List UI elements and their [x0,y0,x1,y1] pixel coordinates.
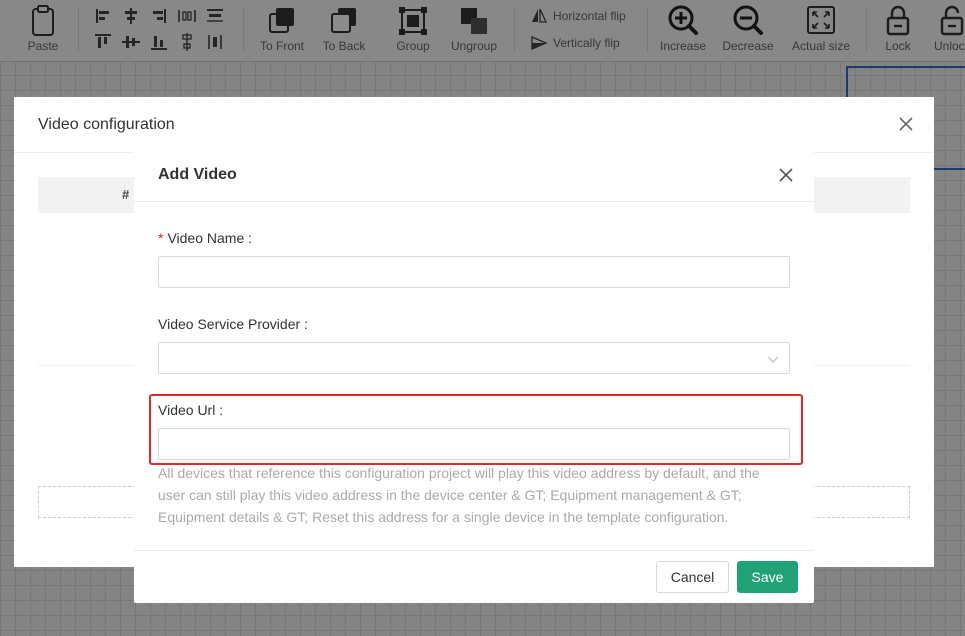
video-configuration-title: Video configuration [38,116,175,133]
video-name-label-text: Video Name : [167,230,253,246]
close-icon[interactable] [778,167,794,183]
video-url-input[interactable] [158,428,790,460]
required-mark: * [158,230,164,246]
provider-select[interactable] [158,342,790,374]
video-configuration-header: Video configuration [14,97,934,153]
provider-label: Video Service Provider : [158,316,308,332]
chevron-down-icon [767,356,779,363]
video-name-label: * Video Name : [158,230,252,246]
video-url-label: Video Url : [158,402,224,418]
add-video-dialog: Add Video * Video Name : Video Service Pr… [134,147,814,603]
close-icon[interactable] [898,116,914,132]
dialog-footer: Cancel Save [134,550,814,603]
cancel-button[interactable]: Cancel [656,561,729,593]
save-button[interactable]: Save [737,561,798,593]
video-name-input[interactable] [158,256,790,288]
video-url-help-text: All devices that reference this configur… [158,465,760,525]
table-header-index: # [122,187,130,202]
add-video-header: Add Video [134,147,814,202]
dialog-title: Add Video [158,166,237,183]
